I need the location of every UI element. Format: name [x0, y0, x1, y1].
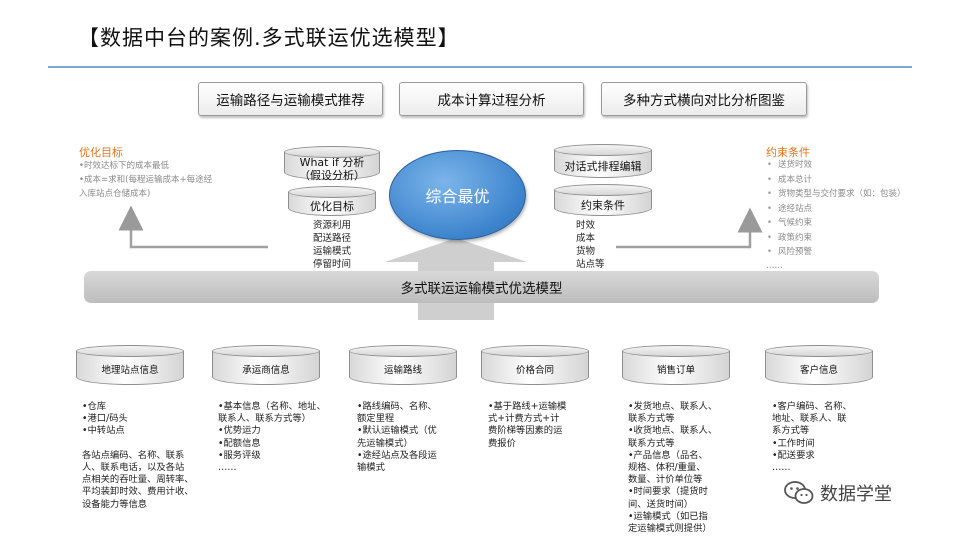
- detail-line: •港口/码头: [82, 413, 128, 425]
- detail-line: 费报价: [488, 437, 516, 449]
- watermark: 数据学堂: [784, 480, 892, 506]
- detail-line: 间、送货时间）: [628, 498, 694, 510]
- detail-line: 定运输模式则提供）: [628, 523, 712, 535]
- detail-line: 人、联系电话，以及各站: [82, 462, 185, 474]
- watermark-text: 数据学堂: [820, 484, 892, 505]
- detail-line: •客户编码、名称、: [772, 401, 852, 412]
- detail-line: •优势运力: [218, 425, 261, 437]
- whatif-sublabel: （假设分析）: [299, 168, 365, 182]
- detail-line: 联系人、联系方式等）: [218, 413, 311, 425]
- detail-line: •默认运输模式（优: [357, 425, 437, 437]
- left-up-arrow: [118, 205, 268, 249]
- constraint-small-item: 时效: [576, 220, 596, 231]
- source-cylinder-sales-order: 销售订单: [622, 345, 730, 385]
- detail-line: •发货地点、联系人、: [628, 401, 718, 412]
- detail-line: •时间要求（提货时: [628, 486, 708, 498]
- routes-details: •路线编码、名称、 额定里程 •默认运输模式（优 先运输模式） •途经站点及各段…: [357, 401, 437, 474]
- overall-optimum-oval: 综合最优: [389, 150, 526, 240]
- optimization-goal-cylinder: 优化目标: [288, 186, 376, 216]
- price-contract-details: •基于路线+运输模 式+计费方式+计 费阶梯等因素的运 费报价: [488, 401, 566, 450]
- source-label: 承运商信息: [242, 365, 290, 376]
- constraint-small-item: 站点等: [576, 259, 605, 270]
- detail-line: •路线编码、名称、: [357, 401, 437, 412]
- detail-line: •途经站点及各段运: [357, 449, 437, 461]
- dialog-scheduling-label: 对话式排程编辑: [564, 160, 642, 173]
- sales-order-details: •发货地点、联系人、 联系方式等 •收货地点、联系人、 联系方式等 •产品信息（…: [628, 401, 717, 535]
- detail-line: 先运输模式）: [357, 437, 413, 449]
- constraint-small-item: 货物: [576, 246, 596, 257]
- source-label: 销售订单: [656, 365, 695, 376]
- opt-goal-item: 运输模式: [313, 246, 352, 257]
- detail-line: 规格、体积/重量、: [628, 462, 706, 474]
- detail-line: •基于路线+运输模: [488, 401, 567, 412]
- detail-line: 设备能力等信息: [82, 498, 148, 510]
- detail-line: 平均装卸时效、费用计收、: [82, 486, 194, 498]
- carrier-details: •基本信息（名称、地址、 联系人、联系方式等） •优势运力 •配额信息 •服务评…: [218, 401, 326, 474]
- model-band-label: 多式联运运输模式优选模型: [400, 281, 563, 297]
- detail-line: 额定里程: [357, 413, 395, 425]
- opt-goal-item: 停留时间: [313, 259, 352, 270]
- opt-goal-list: 资源利用 配送路径 运输模式 停留时间: [313, 219, 351, 271]
- source-cylinder-customer: 客户信息: [765, 345, 873, 385]
- detail-line: ……: [218, 462, 237, 474]
- detail-line: •配额信息: [218, 437, 261, 449]
- detail-line: 式+计费方式+计: [488, 413, 560, 425]
- opt-goal-label: 优化目标: [310, 200, 354, 213]
- detail-line: •基本信息（名称、地址、: [218, 401, 326, 412]
- detail-line: •配送要求: [772, 449, 815, 461]
- source-label: 价格合同: [515, 365, 554, 376]
- detail-line: 费阶梯等因素的运: [488, 425, 563, 437]
- source-label: 客户信息: [799, 365, 838, 376]
- detail-line: •工作时间: [772, 437, 815, 449]
- opt-goal-item: 资源利用: [313, 220, 352, 231]
- source-cylinder-price-contract: 价格合同: [481, 345, 589, 385]
- source-label: 运输路线: [383, 365, 422, 376]
- source-cylinder-geo-sites: 地理站点信息: [76, 345, 184, 385]
- detail-line: •收货地点、联系人、: [628, 425, 718, 437]
- model-band: 多式联运运输模式优选模型: [84, 271, 879, 303]
- detail-line: •仓库: [82, 401, 107, 412]
- opt-goal-item: 配送路径: [313, 233, 352, 244]
- detail-line: 联系方式等: [628, 437, 675, 449]
- detail-line: 地址、联系人、联: [772, 413, 847, 425]
- source-cylinder-carrier: 承运商信息: [212, 345, 320, 385]
- customer-details: •客户编码、名称、 地址、联系人、联 系方式等 •工作时间 •配送要求 ……: [772, 401, 852, 474]
- constraint-cylinder: 约束条件: [554, 184, 652, 216]
- detail-line: •运输模式（如已指: [628, 510, 708, 522]
- detail-line: [82, 438, 194, 450]
- source-cylinder-routes: 运输路线: [349, 345, 457, 385]
- detail-line: 联系方式等: [628, 413, 675, 425]
- constraint-cylinder-label: 约束条件: [581, 199, 625, 212]
- source-label: 地理站点信息: [101, 365, 159, 376]
- dialog-scheduling-cylinder: 对话式排程编辑: [554, 144, 652, 178]
- detail-line: ……: [772, 462, 791, 474]
- detail-line: 数量、计价单位等: [628, 474, 703, 486]
- wechat-icon: [784, 481, 814, 504]
- detail-line: •产品信息（品名、: [628, 449, 708, 461]
- constraint-small-item: 成本: [576, 233, 596, 244]
- geo-sites-details: •仓库 •港口/码头 •中转站点 各站点编码、名称、联系 人、联系电话，以及各站…: [82, 401, 194, 511]
- detail-line: 输模式: [357, 462, 385, 474]
- right-up-arrow: [616, 207, 763, 249]
- oval-label: 综合最优: [425, 187, 490, 206]
- whatif-analysis-cylinder: What if 分析 （假设分析）: [284, 146, 380, 182]
- detail-line: •服务评级: [218, 449, 261, 461]
- detail-line: •中转站点: [82, 425, 125, 437]
- detail-line: 各站点编码、名称、联系: [82, 449, 185, 461]
- detail-line: 系方式等: [772, 425, 810, 437]
- constraint-small-list: 时效 成本 货物 站点等: [576, 219, 605, 271]
- detail-line: 点相关的吞吐量、周转率、: [82, 474, 194, 486]
